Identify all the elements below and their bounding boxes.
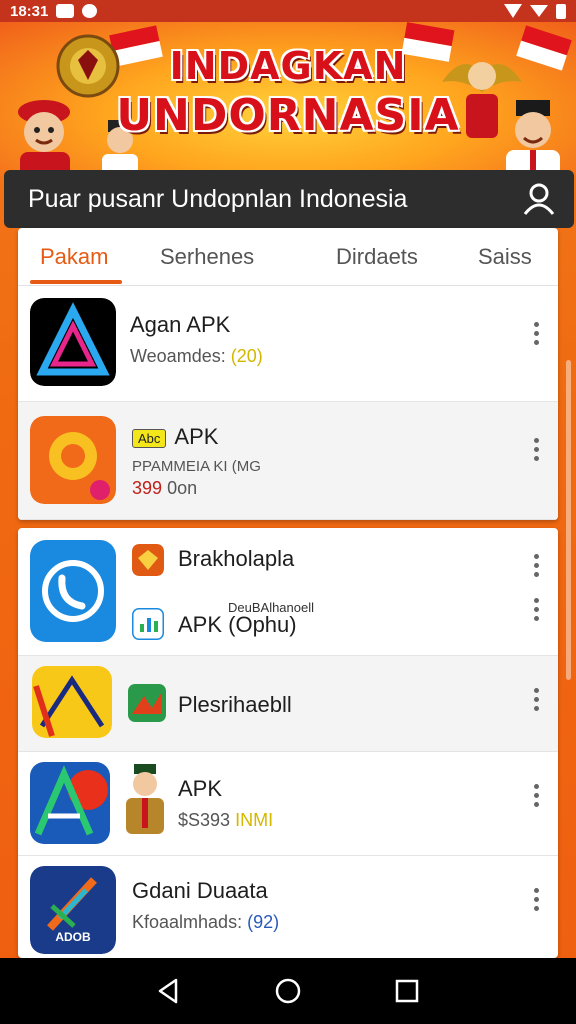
- app-price-value: 399: [132, 478, 163, 498]
- notification-icon: [56, 4, 75, 18]
- more-options-icon[interactable]: [532, 322, 540, 345]
- list-item[interactable]: Abc APK PPAMMEIA KI (MG 399 0on: [18, 402, 558, 520]
- home-icon[interactable]: [273, 976, 303, 1006]
- app-subtitle-label: Weoamdes:: [130, 346, 226, 366]
- app-notification-icon: [82, 4, 98, 18]
- signal-icon: [530, 5, 548, 17]
- more-options-icon[interactable]: [532, 888, 540, 911]
- status-time: 18:31: [10, 2, 49, 20]
- list-item[interactable]: APK $S393 INMI: [18, 752, 558, 856]
- banner-title-line1: INDAGKAN: [169, 44, 407, 88]
- blue-a-icon: [30, 762, 110, 844]
- battery-icon: [556, 3, 566, 19]
- eagle-icon: [132, 544, 164, 576]
- app-icon-label: ADOB: [55, 930, 91, 944]
- app-publisher: PPAMMEIA KI (MG: [132, 458, 261, 475]
- phone-icon: [30, 540, 116, 642]
- app-title: Gdani Duaata: [132, 878, 268, 903]
- more-options-icon[interactable]: [532, 438, 540, 461]
- more-options-icon[interactable]: [532, 554, 540, 577]
- app-subtitle-label: Kfoaalmhads:: [132, 912, 243, 932]
- banner-title-line2: UNDORNASIA: [116, 90, 460, 141]
- tab-pakam[interactable]: Pakam: [40, 244, 108, 270]
- scrollbar[interactable]: [566, 360, 571, 680]
- tab-serhenes[interactable]: Serhenes: [160, 244, 254, 270]
- yellow-app-icon: [32, 666, 112, 738]
- app-title: Brakholapla: [178, 546, 295, 571]
- list-item[interactable]: Plesrihaebll: [18, 656, 558, 752]
- user-profile-icon[interactable]: [522, 182, 556, 216]
- arrow-icon: ADOB: [30, 866, 116, 954]
- app-list-card-top: Pakam Serhenes Dirdaets Saiss Agan APK W…: [18, 228, 558, 520]
- active-tab-indicator: [30, 280, 122, 284]
- app-subtitle-value: INMI: [235, 810, 274, 830]
- app-price-suffix: 0on: [167, 478, 198, 498]
- app-subtitle: Kfoaalmhads: (92): [132, 912, 279, 933]
- mountain-icon: [128, 684, 166, 722]
- back-icon[interactable]: [154, 976, 184, 1006]
- wifi-icon: [504, 4, 522, 18]
- list-item[interactable]: ADOB Gdani Duaata Kfoaalmhads: (92): [18, 856, 558, 958]
- app-subtitle: $S393 INMI: [178, 810, 273, 831]
- more-options-icon[interactable]: [532, 784, 540, 807]
- app-title: Abc APK: [132, 424, 218, 450]
- list-item[interactable]: Agan APK Weoamdes: (20): [18, 286, 558, 402]
- more-options-icon[interactable]: [532, 688, 540, 711]
- search-bar[interactable]: Puar pusanr Undopnlan Indonesia: [4, 170, 574, 228]
- tab-saiss[interactable]: Saiss: [478, 244, 532, 270]
- app-subtitle-value: (92): [247, 912, 280, 932]
- app-title-secondary: APK (Ophu): [178, 612, 297, 637]
- app-subtitle-label: $S393: [178, 810, 231, 830]
- man-avatar-icon: [126, 764, 164, 834]
- search-input[interactable]: Puar pusanr Undopnlan Indonesia: [28, 185, 522, 214]
- tab-dirdaets[interactable]: Dirdaets: [336, 244, 418, 270]
- app-title: APK: [178, 776, 223, 801]
- app-price: 399 0on: [132, 478, 197, 499]
- orange-circle-icon: [30, 416, 116, 504]
- app-note: DeuBAlhanoell: [228, 600, 315, 615]
- app-title-text: APK: [174, 424, 219, 449]
- status-bar: 18:31: [0, 0, 576, 22]
- abc-badge: Abc: [132, 428, 167, 448]
- app-subtitle: Weoamdes: (20): [130, 346, 263, 367]
- more-options-icon-secondary[interactable]: [532, 598, 540, 621]
- app-title: Agan APK: [130, 312, 231, 337]
- app-list-card-bottom: Brakholapla APK (Ophu) DeuBAlhanoell Ple…: [18, 528, 558, 958]
- tab-bar: Pakam Serhenes Dirdaets Saiss: [18, 228, 558, 286]
- app-subtitle-value: (20): [230, 346, 263, 366]
- navigation-bar: [0, 958, 576, 1024]
- list-item[interactable]: Brakholapla APK (Ophu) DeuBAlhanoell: [18, 528, 558, 656]
- promo-banner[interactable]: INDAGKAN UNDORNASIA: [0, 22, 576, 177]
- chart-icon: [132, 608, 164, 640]
- triangle-logo-icon: [30, 298, 116, 386]
- recents-icon[interactable]: [392, 976, 422, 1006]
- app-title: Plesrihaebll: [178, 692, 292, 717]
